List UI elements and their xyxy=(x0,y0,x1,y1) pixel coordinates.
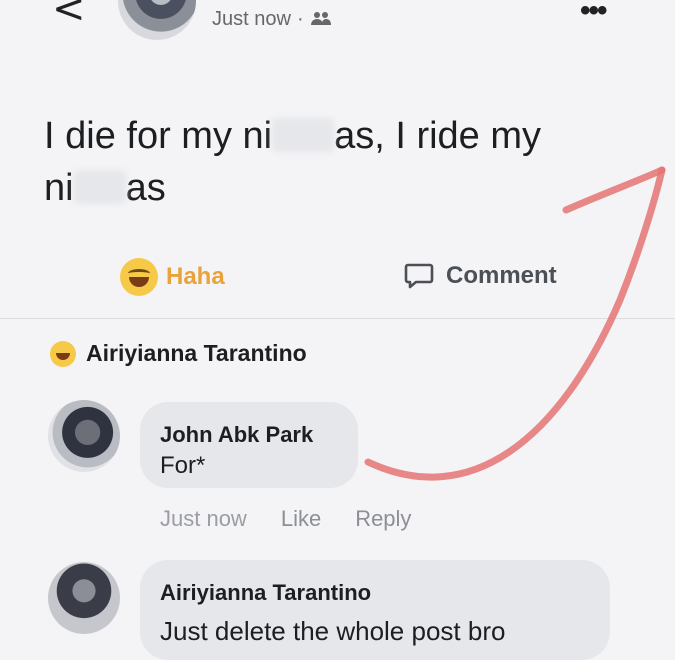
post-text-part3: ni xyxy=(44,167,74,209)
comment-author[interactable]: Airiyianna Tarantino xyxy=(160,580,371,606)
comment-meta: Just now Like Reply xyxy=(160,506,411,532)
haha-reaction-button[interactable]: Haha xyxy=(120,258,225,296)
divider xyxy=(0,318,675,319)
post-timestamp: Just now · xyxy=(212,8,332,31)
reaction-summary[interactable]: Airiyianna Tarantino xyxy=(50,340,307,367)
commenter-avatar[interactable] xyxy=(48,562,120,634)
back-arrow-icon[interactable]: < xyxy=(52,0,86,32)
friends-icon xyxy=(310,12,331,25)
reply-link[interactable]: Reply xyxy=(355,506,411,532)
post-text-part2: as, I ride my xyxy=(334,115,542,157)
post-text-part1: I die for my ni xyxy=(44,115,273,157)
annotation-arrow xyxy=(364,166,666,481)
post-text: I die for my ni as, I ride my ni as xyxy=(44,110,644,214)
reactor-name: Airiyianna Tarantino xyxy=(86,340,307,366)
comment-button[interactable]: Comment xyxy=(404,262,557,290)
haha-emoji-icon xyxy=(120,258,158,296)
haha-emoji-icon xyxy=(50,340,76,367)
comment-author[interactable]: John Abk Park xyxy=(160,422,313,448)
censored-blur xyxy=(272,118,335,152)
comment-text: Just delete the whole post bro xyxy=(160,616,506,646)
post-text-part4: as xyxy=(125,167,166,209)
censored-blur xyxy=(73,170,126,204)
comment-label: Comment xyxy=(446,262,557,289)
comment-time: Just now xyxy=(160,506,247,531)
poster-avatar[interactable] xyxy=(118,0,196,40)
comment-text: For* xyxy=(160,452,206,479)
post-time-label: Just now xyxy=(212,8,291,30)
commenter-avatar[interactable] xyxy=(48,400,120,472)
comment-bubble: John Abk Park For* xyxy=(140,402,358,488)
comment-icon xyxy=(404,263,434,289)
comment-bubble: Airiyianna Tarantino Just delete the who… xyxy=(140,560,610,660)
separator-dot: · xyxy=(296,8,304,30)
like-link[interactable]: Like xyxy=(281,506,321,532)
more-icon[interactable]: ••• xyxy=(580,0,607,28)
haha-label: Haha xyxy=(166,263,225,290)
